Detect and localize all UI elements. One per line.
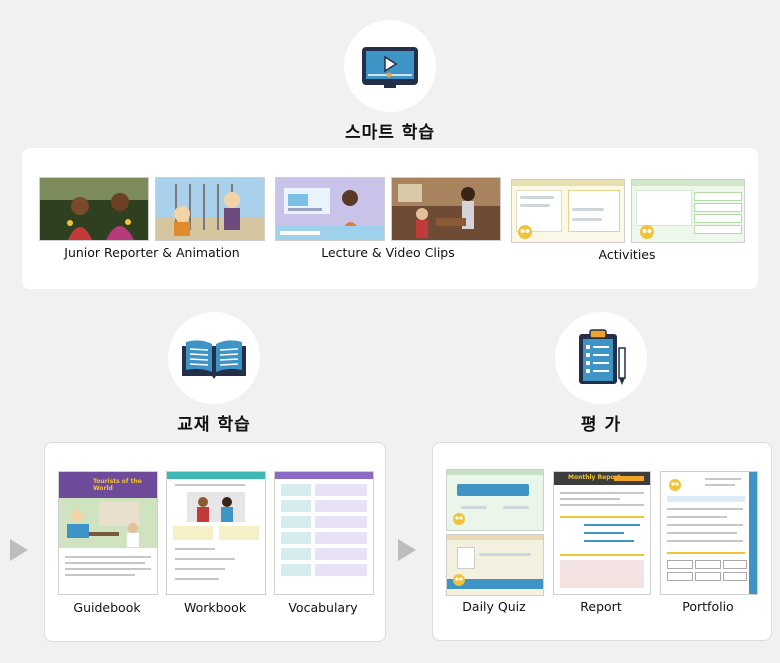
animation-thumbnail[interactable] — [155, 177, 265, 241]
lecture-thumbnail[interactable] — [275, 177, 385, 241]
activity-thumbnail-1[interactable] — [511, 179, 625, 243]
activities-caption: Activities — [598, 247, 656, 262]
guidebook-cover-title: Tourists of the World — [93, 478, 142, 492]
vocabulary-caption: Vocabulary — [288, 600, 358, 615]
daily-quiz-caption: Daily Quiz — [462, 599, 526, 614]
activity-thumbnail-2[interactable] — [631, 179, 745, 243]
report-header: Monthly Report — [568, 474, 621, 481]
evaluation-arrow-icon — [398, 539, 416, 561]
smart-learning-icon-circle — [344, 20, 436, 112]
portfolio-thumbnail[interactable] — [660, 471, 758, 595]
clipboard-pencil-icon — [579, 329, 626, 385]
video-clip-thumbnail[interactable] — [391, 177, 501, 241]
video-player-icon — [362, 47, 418, 88]
daily-quiz-thumbnail-1[interactable] — [446, 469, 544, 531]
evaluation-icon-circle — [555, 312, 647, 404]
workbook-caption: Workbook — [183, 600, 247, 615]
guidebook-caption: Guidebook — [73, 600, 141, 615]
guidebook-thumbnail[interactable]: Tourists of the World — [58, 471, 158, 595]
textbook-learning-title: 교재 학습 — [177, 415, 251, 435]
open-book-icon — [182, 340, 246, 379]
lecture-video-caption: Lecture & Video Clips — [321, 245, 455, 260]
report-caption: Report — [580, 599, 622, 614]
junior-reporter-thumbnail[interactable] — [39, 177, 149, 241]
report-thumbnail[interactable]: Monthly Report — [553, 471, 651, 595]
textbook-arrow-icon — [10, 539, 28, 561]
vocabulary-thumbnail[interactable] — [274, 471, 374, 595]
evaluation-title: 평 가 — [580, 415, 622, 435]
daily-quiz-thumbnail-2[interactable] — [446, 534, 544, 596]
evaluation-panel: Daily Quiz Monthly Report Report Portfol… — [432, 442, 772, 641]
junior-reporter-animation-caption: Junior Reporter & Animation — [64, 245, 240, 260]
textbook-icon-circle — [168, 312, 260, 404]
textbook-panel: Tourists of the World Guidebook Workbook… — [44, 442, 386, 642]
smart-learning-panel: Junior Reporter & Animation Lecture & Vi… — [22, 148, 758, 289]
portfolio-caption: Portfolio — [682, 599, 734, 614]
workbook-thumbnail[interactable] — [166, 471, 266, 595]
smart-learning-title: 스마트 학습 — [344, 123, 436, 143]
